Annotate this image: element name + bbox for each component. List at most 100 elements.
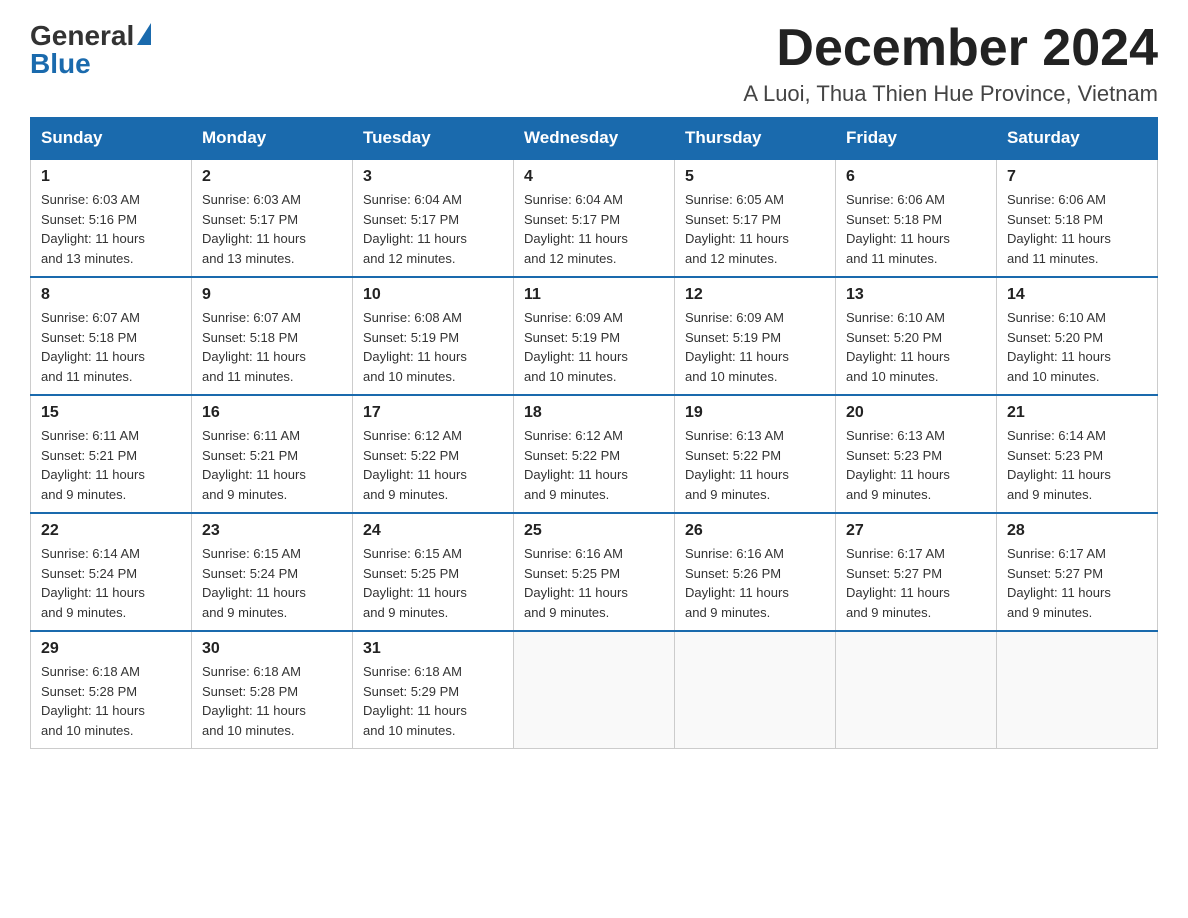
table-row: 16 Sunrise: 6:11 AMSunset: 5:21 PMDaylig… bbox=[192, 395, 353, 513]
calendar-table: Sunday Monday Tuesday Wednesday Thursday… bbox=[30, 117, 1158, 749]
col-sunday: Sunday bbox=[31, 118, 192, 160]
day-number: 19 bbox=[685, 404, 825, 422]
day-info: Sunrise: 6:12 AMSunset: 5:22 PMDaylight:… bbox=[524, 426, 664, 504]
day-number: 6 bbox=[846, 168, 986, 186]
table-row: 27 Sunrise: 6:17 AMSunset: 5:27 PMDaylig… bbox=[836, 513, 997, 631]
day-number: 12 bbox=[685, 286, 825, 304]
day-info: Sunrise: 6:10 AMSunset: 5:20 PMDaylight:… bbox=[1007, 308, 1147, 386]
table-row bbox=[514, 631, 675, 749]
day-info: Sunrise: 6:07 AMSunset: 5:18 PMDaylight:… bbox=[41, 308, 181, 386]
table-row: 10 Sunrise: 6:08 AMSunset: 5:19 PMDaylig… bbox=[353, 277, 514, 395]
day-info: Sunrise: 6:10 AMSunset: 5:20 PMDaylight:… bbox=[846, 308, 986, 386]
day-number: 9 bbox=[202, 286, 342, 304]
calendar-week-row: 29 Sunrise: 6:18 AMSunset: 5:28 PMDaylig… bbox=[31, 631, 1158, 749]
day-info: Sunrise: 6:06 AMSunset: 5:18 PMDaylight:… bbox=[846, 190, 986, 268]
calendar-week-row: 8 Sunrise: 6:07 AMSunset: 5:18 PMDayligh… bbox=[31, 277, 1158, 395]
day-info: Sunrise: 6:04 AMSunset: 5:17 PMDaylight:… bbox=[363, 190, 503, 268]
day-info: Sunrise: 6:12 AMSunset: 5:22 PMDaylight:… bbox=[363, 426, 503, 504]
table-row: 21 Sunrise: 6:14 AMSunset: 5:23 PMDaylig… bbox=[997, 395, 1158, 513]
table-row: 23 Sunrise: 6:15 AMSunset: 5:24 PMDaylig… bbox=[192, 513, 353, 631]
table-row: 20 Sunrise: 6:13 AMSunset: 5:23 PMDaylig… bbox=[836, 395, 997, 513]
day-number: 8 bbox=[41, 286, 181, 304]
day-info: Sunrise: 6:06 AMSunset: 5:18 PMDaylight:… bbox=[1007, 190, 1147, 268]
table-row: 2 Sunrise: 6:03 AMSunset: 5:17 PMDayligh… bbox=[192, 159, 353, 277]
day-info: Sunrise: 6:15 AMSunset: 5:24 PMDaylight:… bbox=[202, 544, 342, 622]
calendar-header-row: Sunday Monday Tuesday Wednesday Thursday… bbox=[31, 118, 1158, 160]
day-number: 7 bbox=[1007, 168, 1147, 186]
day-number: 31 bbox=[363, 640, 503, 658]
day-info: Sunrise: 6:17 AMSunset: 5:27 PMDaylight:… bbox=[846, 544, 986, 622]
day-number: 24 bbox=[363, 522, 503, 540]
day-info: Sunrise: 6:08 AMSunset: 5:19 PMDaylight:… bbox=[363, 308, 503, 386]
logo-blue-text: Blue bbox=[30, 48, 91, 80]
calendar-week-row: 15 Sunrise: 6:11 AMSunset: 5:21 PMDaylig… bbox=[31, 395, 1158, 513]
day-info: Sunrise: 6:11 AMSunset: 5:21 PMDaylight:… bbox=[41, 426, 181, 504]
title-area: December 2024 A Luoi, Thua Thien Hue Pro… bbox=[743, 20, 1158, 107]
table-row: 18 Sunrise: 6:12 AMSunset: 5:22 PMDaylig… bbox=[514, 395, 675, 513]
day-info: Sunrise: 6:04 AMSunset: 5:17 PMDaylight:… bbox=[524, 190, 664, 268]
day-info: Sunrise: 6:13 AMSunset: 5:22 PMDaylight:… bbox=[685, 426, 825, 504]
day-number: 27 bbox=[846, 522, 986, 540]
table-row bbox=[997, 631, 1158, 749]
col-tuesday: Tuesday bbox=[353, 118, 514, 160]
logo: General Blue bbox=[30, 20, 151, 80]
calendar-week-row: 1 Sunrise: 6:03 AMSunset: 5:16 PMDayligh… bbox=[31, 159, 1158, 277]
table-row: 17 Sunrise: 6:12 AMSunset: 5:22 PMDaylig… bbox=[353, 395, 514, 513]
table-row: 9 Sunrise: 6:07 AMSunset: 5:18 PMDayligh… bbox=[192, 277, 353, 395]
table-row: 29 Sunrise: 6:18 AMSunset: 5:28 PMDaylig… bbox=[31, 631, 192, 749]
day-number: 2 bbox=[202, 168, 342, 186]
table-row: 5 Sunrise: 6:05 AMSunset: 5:17 PMDayligh… bbox=[675, 159, 836, 277]
table-row: 26 Sunrise: 6:16 AMSunset: 5:26 PMDaylig… bbox=[675, 513, 836, 631]
table-row: 4 Sunrise: 6:04 AMSunset: 5:17 PMDayligh… bbox=[514, 159, 675, 277]
day-info: Sunrise: 6:05 AMSunset: 5:17 PMDaylight:… bbox=[685, 190, 825, 268]
col-thursday: Thursday bbox=[675, 118, 836, 160]
day-info: Sunrise: 6:16 AMSunset: 5:25 PMDaylight:… bbox=[524, 544, 664, 622]
table-row: 30 Sunrise: 6:18 AMSunset: 5:28 PMDaylig… bbox=[192, 631, 353, 749]
table-row: 3 Sunrise: 6:04 AMSunset: 5:17 PMDayligh… bbox=[353, 159, 514, 277]
table-row: 19 Sunrise: 6:13 AMSunset: 5:22 PMDaylig… bbox=[675, 395, 836, 513]
day-number: 30 bbox=[202, 640, 342, 658]
day-number: 5 bbox=[685, 168, 825, 186]
day-number: 20 bbox=[846, 404, 986, 422]
day-number: 15 bbox=[41, 404, 181, 422]
day-number: 14 bbox=[1007, 286, 1147, 304]
day-info: Sunrise: 6:13 AMSunset: 5:23 PMDaylight:… bbox=[846, 426, 986, 504]
table-row: 7 Sunrise: 6:06 AMSunset: 5:18 PMDayligh… bbox=[997, 159, 1158, 277]
day-number: 26 bbox=[685, 522, 825, 540]
day-info: Sunrise: 6:15 AMSunset: 5:25 PMDaylight:… bbox=[363, 544, 503, 622]
day-number: 17 bbox=[363, 404, 503, 422]
day-info: Sunrise: 6:18 AMSunset: 5:28 PMDaylight:… bbox=[202, 662, 342, 740]
table-row bbox=[836, 631, 997, 749]
table-row: 25 Sunrise: 6:16 AMSunset: 5:25 PMDaylig… bbox=[514, 513, 675, 631]
table-row: 24 Sunrise: 6:15 AMSunset: 5:25 PMDaylig… bbox=[353, 513, 514, 631]
table-row: 14 Sunrise: 6:10 AMSunset: 5:20 PMDaylig… bbox=[997, 277, 1158, 395]
day-number: 21 bbox=[1007, 404, 1147, 422]
calendar-week-row: 22 Sunrise: 6:14 AMSunset: 5:24 PMDaylig… bbox=[31, 513, 1158, 631]
day-info: Sunrise: 6:11 AMSunset: 5:21 PMDaylight:… bbox=[202, 426, 342, 504]
day-info: Sunrise: 6:18 AMSunset: 5:29 PMDaylight:… bbox=[363, 662, 503, 740]
col-saturday: Saturday bbox=[997, 118, 1158, 160]
day-number: 25 bbox=[524, 522, 664, 540]
day-info: Sunrise: 6:17 AMSunset: 5:27 PMDaylight:… bbox=[1007, 544, 1147, 622]
day-info: Sunrise: 6:03 AMSunset: 5:16 PMDaylight:… bbox=[41, 190, 181, 268]
table-row: 22 Sunrise: 6:14 AMSunset: 5:24 PMDaylig… bbox=[31, 513, 192, 631]
day-info: Sunrise: 6:09 AMSunset: 5:19 PMDaylight:… bbox=[685, 308, 825, 386]
table-row: 1 Sunrise: 6:03 AMSunset: 5:16 PMDayligh… bbox=[31, 159, 192, 277]
day-info: Sunrise: 6:09 AMSunset: 5:19 PMDaylight:… bbox=[524, 308, 664, 386]
col-wednesday: Wednesday bbox=[514, 118, 675, 160]
page-header: General Blue December 2024 A Luoi, Thua … bbox=[30, 20, 1158, 107]
day-number: 11 bbox=[524, 286, 664, 304]
location-subtitle: A Luoi, Thua Thien Hue Province, Vietnam bbox=[743, 81, 1158, 107]
day-number: 22 bbox=[41, 522, 181, 540]
day-number: 10 bbox=[363, 286, 503, 304]
day-info: Sunrise: 6:14 AMSunset: 5:24 PMDaylight:… bbox=[41, 544, 181, 622]
col-monday: Monday bbox=[192, 118, 353, 160]
table-row: 11 Sunrise: 6:09 AMSunset: 5:19 PMDaylig… bbox=[514, 277, 675, 395]
day-number: 16 bbox=[202, 404, 342, 422]
day-number: 3 bbox=[363, 168, 503, 186]
table-row: 12 Sunrise: 6:09 AMSunset: 5:19 PMDaylig… bbox=[675, 277, 836, 395]
table-row: 15 Sunrise: 6:11 AMSunset: 5:21 PMDaylig… bbox=[31, 395, 192, 513]
col-friday: Friday bbox=[836, 118, 997, 160]
table-row bbox=[675, 631, 836, 749]
day-info: Sunrise: 6:14 AMSunset: 5:23 PMDaylight:… bbox=[1007, 426, 1147, 504]
